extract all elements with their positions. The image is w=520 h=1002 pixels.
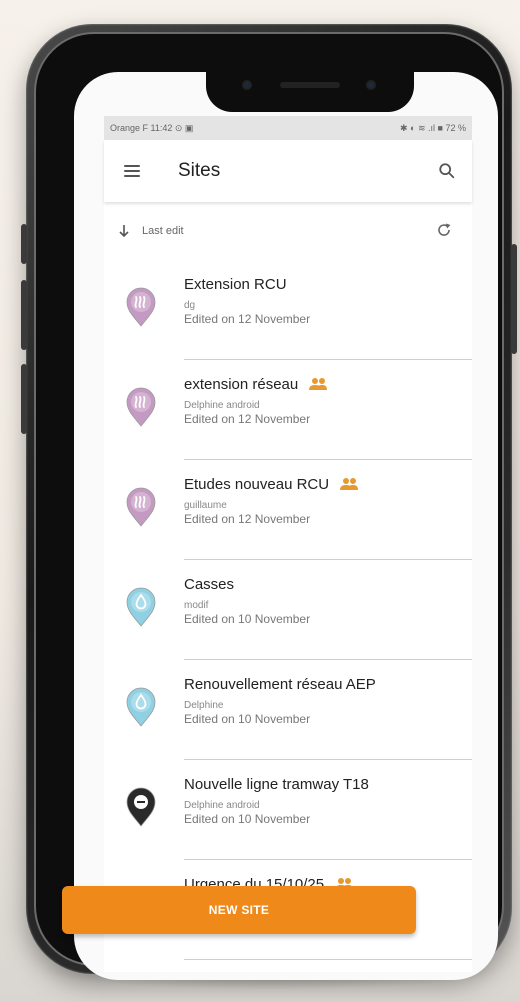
heating-pin-icon: [126, 487, 156, 527]
site-edited-date: Edited on 10 November: [184, 712, 311, 726]
new-site-button[interactable]: NEW SITE: [62, 886, 416, 934]
site-list-item[interactable]: Casses modif Edited on 10 November: [104, 560, 472, 660]
site-edited-date: Edited on 12 November: [184, 312, 311, 326]
site-author: modif: [184, 600, 209, 611]
heating-pin-icon: [126, 287, 156, 327]
site-title: Nouvelle ligne tramway T18: [184, 774, 462, 794]
site-author: guillaume: [184, 500, 227, 511]
hamburger-icon[interactable]: [124, 165, 140, 177]
volume-button: [21, 364, 27, 434]
site-title-text: extension réseau: [184, 375, 299, 393]
site-text: Etudes nouveau RCU guillaume Edited on 12 …: [184, 474, 462, 526]
volume-button: [21, 224, 27, 264]
site-edited-date: Edited on 12 November: [184, 412, 311, 426]
site-title-text: Extension RCU: [184, 275, 287, 293]
water-pin-icon: [126, 687, 156, 727]
phone-frame: Orange F 11:42 ⊙ ▣ ✱ ◐ ≋ .ıl ■ 72 % Site…: [21, 24, 517, 980]
speaker-grille: [280, 82, 340, 88]
list-divider: [184, 959, 472, 960]
page-title: Sites: [178, 160, 221, 181]
site-list-item[interactable]: Etudes nouveau RCU guillaume Edited on 12 …: [104, 460, 472, 560]
site-list-item[interactable]: extension réseau Delphine android Edited o…: [104, 360, 472, 460]
site-text: Extension RCU dg Edited on 12 November: [184, 274, 462, 327]
screen: Orange F 11:42 ⊙ ▣ ✱ ◐ ≋ .ıl ■ 72 % Site…: [74, 72, 498, 980]
site-title: Casses: [184, 574, 462, 594]
site-title-text: Casses: [184, 575, 235, 593]
site-edited-date: Edited on 10 November: [184, 612, 311, 626]
app-bar: Sites: [104, 140, 472, 202]
search-icon[interactable]: [438, 162, 456, 180]
site-text: Casses modif Edited on 10 November: [184, 574, 462, 627]
site-author: dg: [184, 300, 196, 311]
refresh-icon[interactable]: [436, 222, 452, 238]
site-list-item[interactable]: Nouvelle ligne tramway T18 Delphine andro…: [104, 760, 472, 860]
site-title: Extension RCU: [184, 274, 462, 294]
site-list-item[interactable]: Renouvellement réseau AEP Delphine Edited …: [104, 660, 472, 760]
water-pin-icon: [126, 587, 156, 627]
site-text: extension réseau Delphine android Edited o…: [184, 374, 462, 426]
site-list-item[interactable]: Extension RCU dg Edited on 12 November: [104, 260, 472, 360]
generic-pin-icon: [126, 787, 156, 827]
volume-button: [21, 280, 27, 350]
site-author: Delphine android: [184, 400, 260, 411]
camera-icon: [242, 80, 252, 90]
status-bar: Orange F 11:42 ⊙ ▣ ✱ ◐ ≋ .ıl ■ 72 %: [104, 116, 472, 140]
site-list: Extension RCU dg Edited on 12 November exte…: [104, 260, 472, 960]
site-title: extension réseau: [184, 374, 462, 394]
site-title-text: Etudes nouveau RCU: [184, 475, 330, 493]
site-author: Delphine android: [184, 800, 260, 811]
status-right: ✱ ◐ ≋ .ıl ■ 72 %: [400, 122, 466, 133]
shared-users-icon: [340, 478, 359, 490]
heating-pin-icon: [126, 387, 156, 427]
notch: [206, 72, 414, 112]
power-button: [511, 244, 517, 354]
site-title-text: Renouvellement réseau AEP: [184, 675, 376, 693]
sort-bar[interactable]: Last edit: [104, 202, 472, 260]
arrow-down-icon: [119, 225, 129, 238]
site-list-panel: Last edit Extension RCU dg Edited on 12 No…: [104, 202, 472, 972]
site-edited-date: Edited on 10 November: [184, 812, 311, 826]
site-text: Nouvelle ligne tramway T18 Delphine andro…: [184, 774, 462, 827]
site-title: Etudes nouveau RCU: [184, 474, 462, 494]
site-text: Renouvellement réseau AEP Delphine Edited …: [184, 674, 462, 727]
site-author: Delphine: [184, 700, 224, 711]
site-edited-date: Edited on 12 November: [184, 512, 311, 526]
sensor-icon: [366, 80, 376, 90]
site-title-text: Nouvelle ligne tramway T18: [184, 775, 369, 793]
shared-users-icon: [309, 378, 328, 390]
status-left: Orange F 11:42 ⊙ ▣: [110, 122, 194, 133]
site-title: Renouvellement réseau AEP: [184, 674, 462, 694]
sort-label: Last edit: [142, 225, 184, 237]
